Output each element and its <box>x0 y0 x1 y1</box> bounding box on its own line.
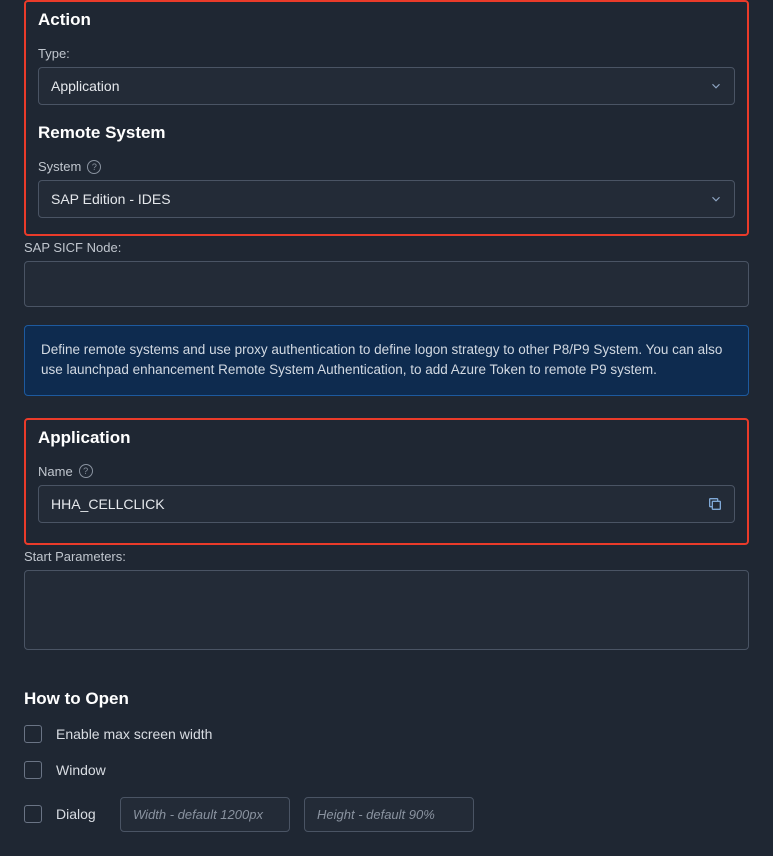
enable-max-width-checkbox[interactable] <box>24 725 42 743</box>
help-icon[interactable]: ? <box>79 464 93 478</box>
action-header: Action <box>38 10 735 30</box>
enable-max-width-label[interactable]: Enable max screen width <box>56 726 212 742</box>
remote-system-header: Remote System <box>38 123 735 143</box>
action-remote-highlight-box: Action Type: Application Remote System S… <box>24 0 749 236</box>
action-type-value: Application <box>38 67 735 105</box>
help-icon[interactable]: ? <box>87 160 101 174</box>
remote-system-value: SAP Edition - IDES <box>38 180 735 218</box>
sap-sicf-label: SAP SICF Node: <box>24 240 749 255</box>
window-checkbox[interactable] <box>24 761 42 779</box>
window-label[interactable]: Window <box>56 762 106 778</box>
remote-system-info-banner: Define remote systems and use proxy auth… <box>24 325 749 396</box>
application-name-label: Name <box>38 464 73 479</box>
action-type-label: Type: <box>38 46 70 61</box>
open-external-icon <box>707 496 723 512</box>
start-parameters-input[interactable] <box>24 570 749 650</box>
remote-system-label: System <box>38 159 81 174</box>
dialog-width-input[interactable] <box>120 797 290 832</box>
application-highlight-box: Application Name ? <box>24 418 749 545</box>
action-type-select[interactable]: Application <box>38 67 735 105</box>
sap-sicf-input[interactable] <box>24 261 749 307</box>
start-parameters-label: Start Parameters: <box>24 549 749 564</box>
application-header: Application <box>38 428 735 448</box>
dialog-checkbox[interactable] <box>24 805 42 823</box>
application-name-input[interactable] <box>38 485 735 523</box>
how-to-open-header: How to Open <box>24 689 749 709</box>
remote-system-select[interactable]: SAP Edition - IDES <box>38 180 735 218</box>
open-external-button[interactable] <box>701 490 729 518</box>
dialog-height-input[interactable] <box>304 797 474 832</box>
dialog-label[interactable]: Dialog <box>56 806 106 822</box>
